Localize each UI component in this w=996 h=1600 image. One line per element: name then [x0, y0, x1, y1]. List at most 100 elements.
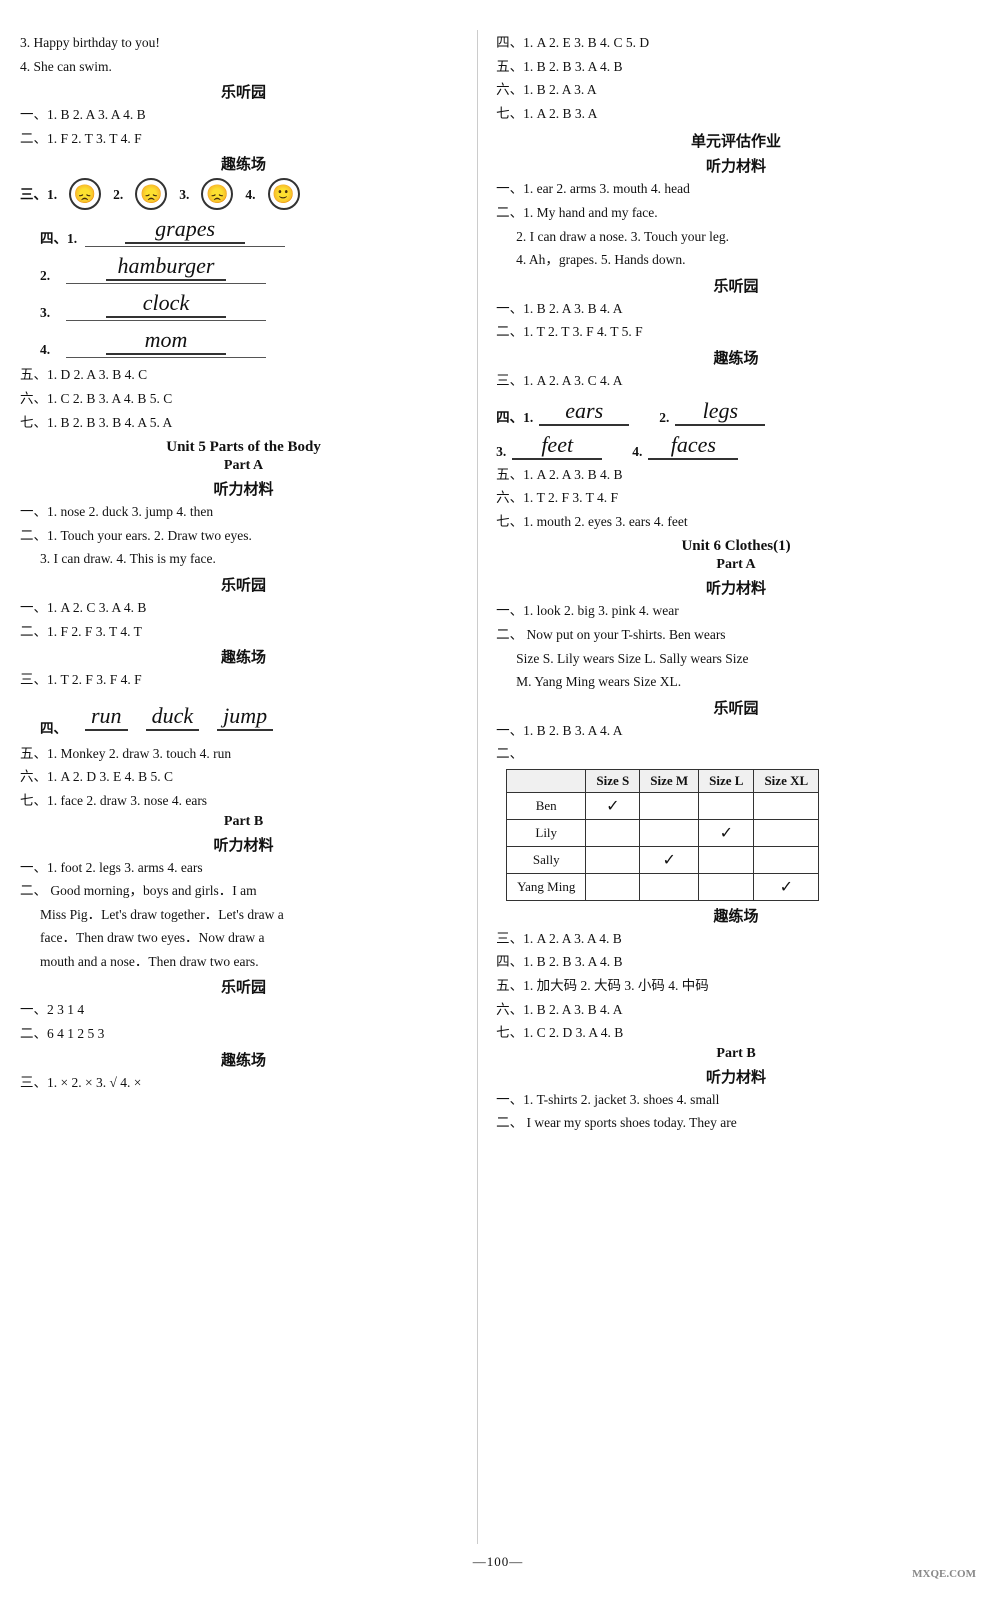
- si-grapes: 四、1. grapes: [40, 216, 467, 247]
- face-2-num: 2.: [113, 184, 123, 206]
- table-row-lily: Lily ✓: [507, 819, 819, 846]
- san-q3: 三、1. × 2. × 3. √ 4. ×: [20, 1072, 467, 1094]
- si-q5: 四、1. B 2. B 3. A 4. B: [496, 951, 976, 973]
- cell-lily-name: Lily: [507, 819, 586, 846]
- feet-item: 3. feet: [496, 432, 602, 460]
- liu-q5: 六、1. B 2. A 3. B 4. A: [496, 999, 976, 1021]
- face-2: 😞: [135, 178, 167, 210]
- page-number: —100—: [20, 1554, 976, 1570]
- face-1: 😞: [69, 178, 101, 210]
- yi-l4: 一、1. B 2. A 3. B 4. A: [496, 298, 976, 320]
- word-mom: mom: [106, 327, 226, 355]
- cell-ben-l: [699, 792, 754, 819]
- wu-1: 五、1. D 2. A 3. B 4. C: [20, 364, 467, 386]
- faces-item: 4. faces: [632, 432, 738, 460]
- tingli-2: 听力材料: [20, 834, 467, 855]
- tingli-6b: 听力材料: [496, 1066, 976, 1087]
- table-row-sally: Sally ✓: [507, 846, 819, 873]
- er-6a-l2: Size S. Lily wears Size L. Sally wears S…: [516, 648, 976, 670]
- cell-sally-xl: [754, 846, 819, 873]
- er-d1b: 2. I can draw a nose. 3. Touch your leg.: [516, 226, 976, 248]
- cell-ben-s: ✓: [586, 792, 640, 819]
- col-sizeM: Size M: [640, 769, 699, 792]
- cell-lily-l: ✓: [699, 819, 754, 846]
- right-column: 四、1. A 2. E 3. B 4. C 5. D 五、1. B 2. B 3…: [478, 30, 976, 1544]
- word-feet: feet: [512, 432, 602, 460]
- faces-row: 三、1. 😞 2. 😞 3. 😞 4. 🙂: [20, 178, 467, 210]
- run-duck-jump-words: run duck jump: [85, 703, 273, 731]
- qi-q4: 七、1. mouth 2. eyes 3. ears 4. feet: [496, 511, 976, 533]
- unit5-title: Unit 5 Parts of the Body: [20, 439, 467, 456]
- word-run: run: [85, 703, 128, 731]
- er-6a-l1: 二、 Now put on your T-shirts. Ben wears: [496, 624, 976, 646]
- qulianchang-4: 趣练场: [496, 347, 976, 368]
- qi-1: 七、1. B 2. B 3. B 4. A 5. A: [20, 412, 467, 434]
- unit6-title: Unit 6 Clothes(1): [496, 538, 976, 555]
- word-grapes: grapes: [125, 216, 245, 244]
- er-d1: 二、1. My hand and my face.: [496, 202, 976, 224]
- two-column-layout: 3. Happy birthday to you! 4. She can swi…: [20, 30, 976, 1544]
- cell-lily-m: [640, 819, 699, 846]
- word-jump: jump: [217, 703, 273, 731]
- qulianchang-2: 趣练场: [20, 646, 467, 667]
- size-table-container: Size S Size M Size L Size XL Ben ✓: [496, 769, 976, 901]
- cell-yangming-xl: ✓: [754, 873, 819, 900]
- san-q2: 三、1. T 2. F 3. F 4. F: [20, 669, 467, 691]
- qi-r: 七、1. A 2. B 3. A: [496, 103, 976, 125]
- page: 3. Happy birthday to you! 4. She can swi…: [0, 0, 996, 1600]
- liu-r: 六、1. B 2. A 3. A: [496, 79, 976, 101]
- yi-a1: 一、1. nose 2. duck 3. jump 4. then: [20, 501, 467, 523]
- yi-l3: 一、2 3 1 4: [20, 999, 467, 1021]
- table-row-ben: Ben ✓: [507, 792, 819, 819]
- line-happy-birthday: 3. Happy birthday to you!: [20, 32, 467, 54]
- si-hamburger: 2. hamburger: [40, 253, 467, 284]
- liu-q2: 六、1. A 2. D 3. E 4. B 5. C: [20, 766, 467, 788]
- wu-r: 五、1. B 2. B 3. A 4. B: [496, 56, 976, 78]
- cell-sally-name: Sally: [507, 846, 586, 873]
- cell-ben-name: Ben: [507, 792, 586, 819]
- cell-yangming-name: Yang Ming: [507, 873, 586, 900]
- face-4: 🙂: [268, 178, 300, 210]
- letingyuan-1: 乐听园: [20, 81, 467, 102]
- watermark: MXQE.COM: [912, 1568, 976, 1580]
- letingyuan-2: 乐听园: [20, 574, 467, 595]
- qulianchang-5: 趣练场: [496, 905, 976, 926]
- letingyuan-5: 乐听园: [496, 697, 976, 718]
- partA-title: Part A: [20, 458, 467, 474]
- si-run-duck-jump: 四、 run duck jump: [40, 697, 467, 737]
- yi-d1: 一、1. ear 2. arms 3. mouth 4. head: [496, 178, 976, 200]
- er-l2: 二、1. F 2. F 3. T 4. T: [20, 621, 467, 643]
- cell-yangming-l: [699, 873, 754, 900]
- er-a1b: 3. I can draw. 4. This is my face.: [40, 548, 467, 570]
- er-d1c: 4. Ah，grapes. 5. Hands down.: [516, 249, 976, 271]
- table-row-yangming: Yang Ming ✓: [507, 873, 819, 900]
- wu-q5: 五、1. 加大码 2. 大码 3. 小码 4. 中码: [496, 975, 976, 997]
- wu-q2: 五、1. Monkey 2. draw 3. touch 4. run: [20, 743, 467, 765]
- er-b1-l1: 二、 Good morning，boys and girls．I am: [20, 880, 467, 902]
- yi-1: 一、1. B 2. A 3. A 4. B: [20, 104, 467, 126]
- er-b1-l2: Miss Pig．Let's draw together．Let's draw …: [40, 904, 467, 926]
- er-l4: 二、1. T 2. T 3. F 4. T 5. F: [496, 321, 976, 343]
- qulianchang-1: 趣练场: [20, 153, 467, 174]
- qi-q5: 七、1. C 2. D 3. A 4. B: [496, 1022, 976, 1044]
- col-sizeXL: Size XL: [754, 769, 819, 792]
- er-b1-l4: mouth and a nose．Then draw two ears.: [40, 951, 467, 973]
- cell-lily-xl: [754, 819, 819, 846]
- feet-faces-row: 3. feet 4. faces: [496, 432, 976, 460]
- partB-title: Part B: [20, 814, 467, 830]
- ears-item: 四、1. ears: [496, 398, 629, 426]
- legs-item: 2. legs: [659, 398, 765, 426]
- yi-6b: 一、1. T-shirts 2. jacket 3. shoes 4. smal…: [496, 1089, 976, 1111]
- yi-l2: 一、1. A 2. C 3. A 4. B: [20, 597, 467, 619]
- cell-yangming-s: [586, 873, 640, 900]
- liu-1: 六、1. C 2. B 3. A 4. B 5. C: [20, 388, 467, 410]
- letingyuan-3: 乐听园: [20, 976, 467, 997]
- face-3: 😞: [201, 178, 233, 210]
- letingyuan-4: 乐听园: [496, 275, 976, 296]
- liu-q4: 六、1. T 2. F 3. T 4. F: [496, 487, 976, 509]
- san-label: 三、1.: [20, 184, 57, 206]
- er-a1: 二、1. Touch your ears. 2. Draw two eyes.: [20, 525, 467, 547]
- col-name: [507, 769, 586, 792]
- tingli-6: 听力材料: [496, 577, 976, 598]
- si-mom: 4. mom: [40, 327, 467, 358]
